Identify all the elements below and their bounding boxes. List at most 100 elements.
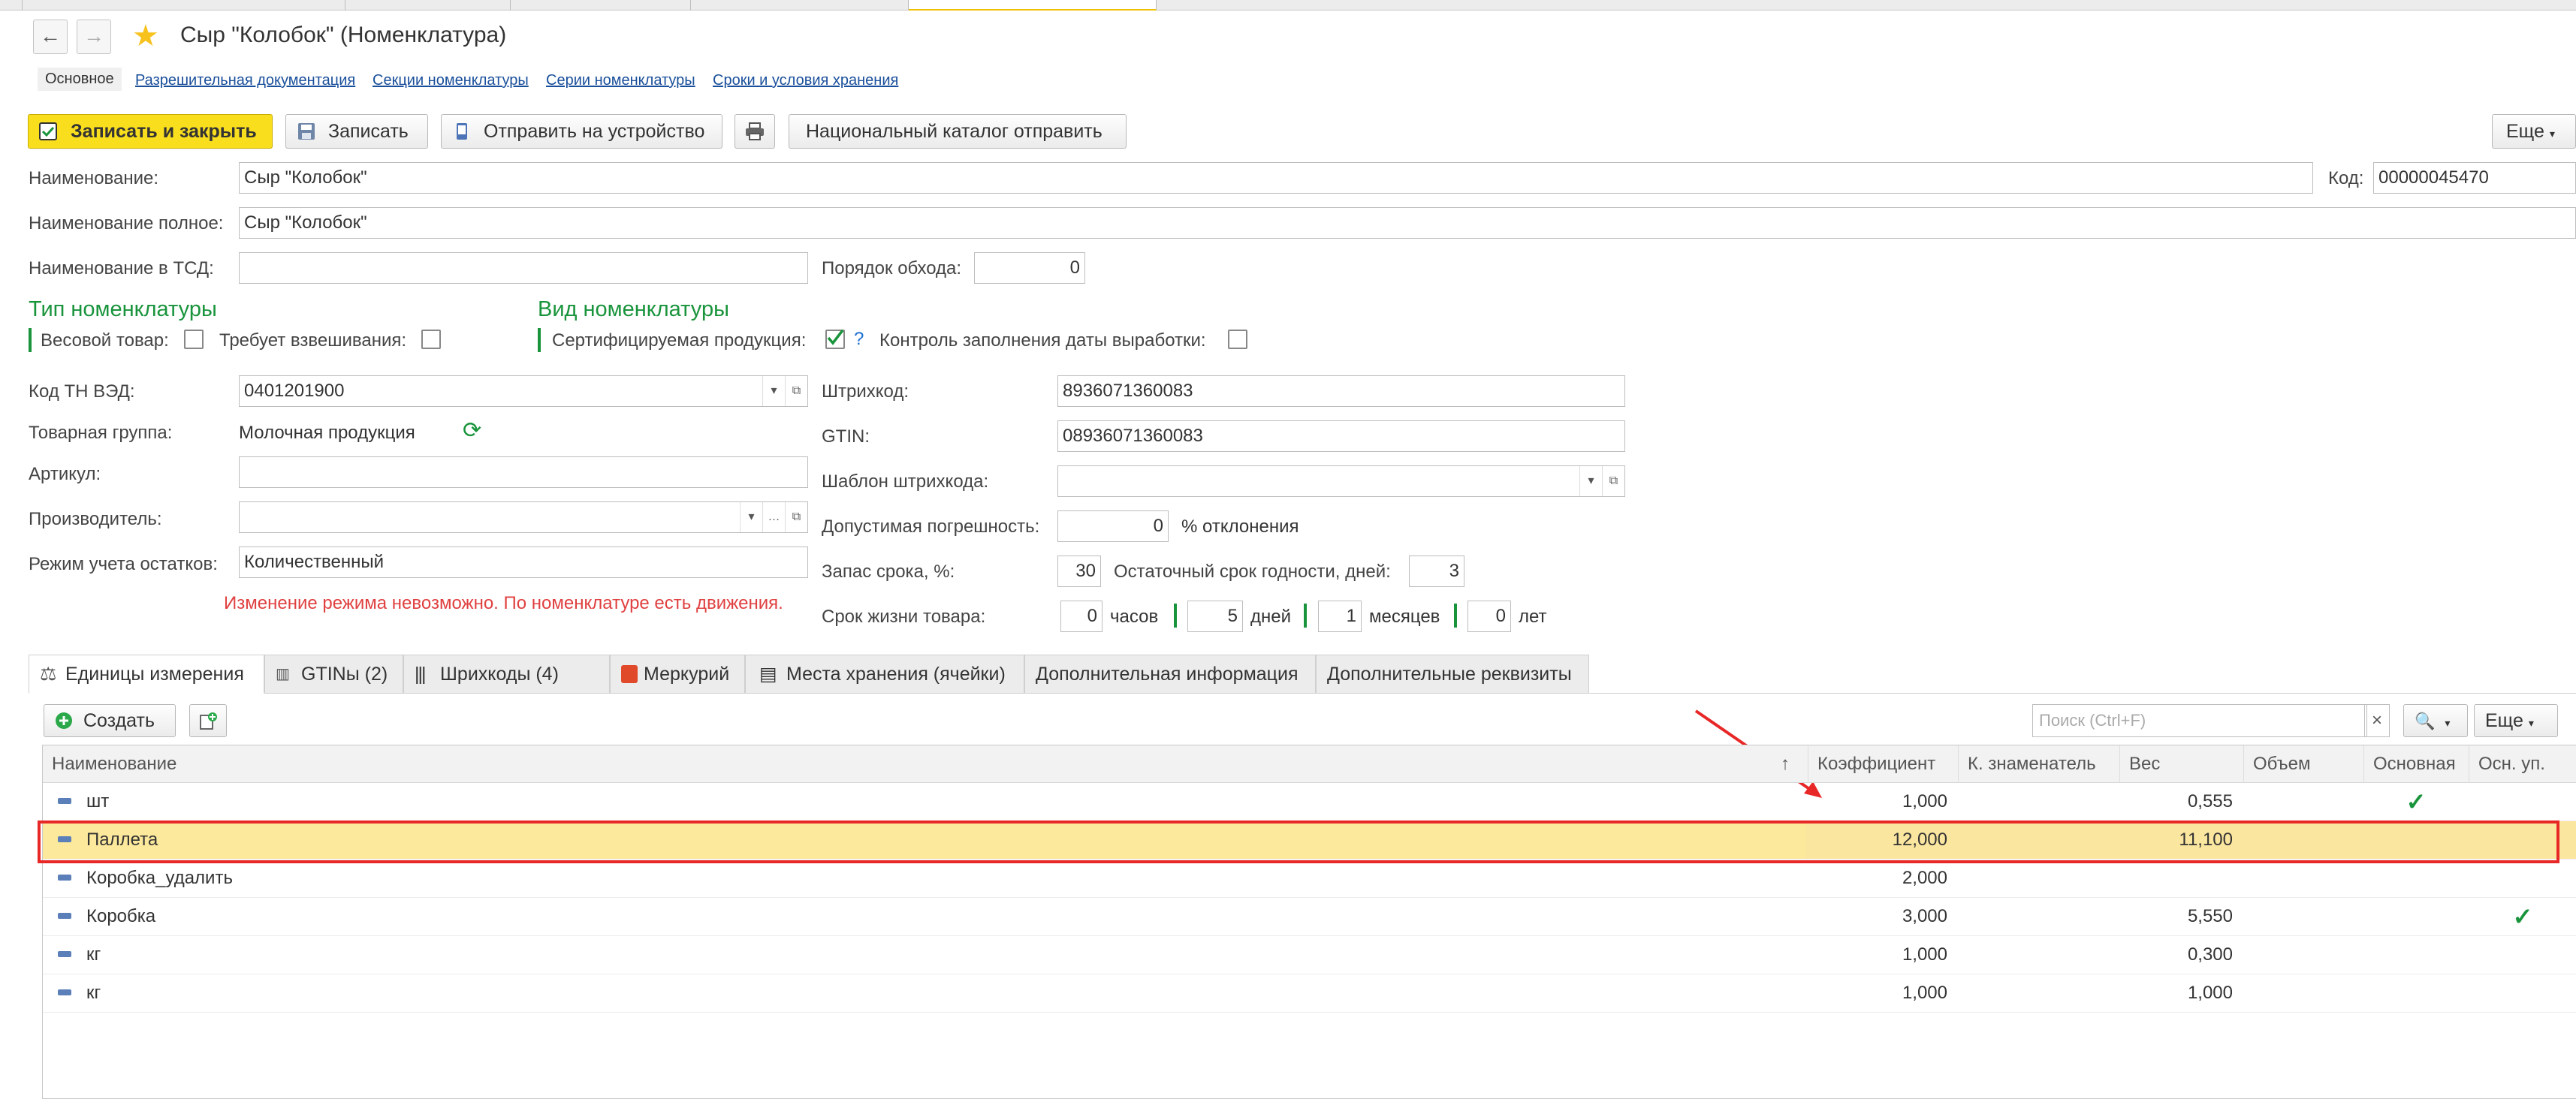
table-row[interactable]: Коробка_удалить 2,000: [43, 860, 2576, 898]
col-volume-header[interactable]: Объем: [2243, 745, 2363, 783]
tab-barcodes[interactable]: ||| Шрихкоды (4): [403, 655, 610, 694]
section-tab-sections[interactable]: Секции номенклатуры: [373, 72, 529, 89]
window-tab[interactable]: [345, 0, 511, 11]
requires-weigh-label: Требует взвешивания:: [219, 330, 407, 351]
search-input[interactable]: Поиск (Ctrl+F): [2032, 704, 2367, 737]
date-control-checkbox[interactable]: [1228, 330, 1247, 349]
cell-name: шт: [86, 791, 110, 811]
forward-button[interactable]: →: [77, 20, 111, 54]
years-input[interactable]: 0: [1467, 601, 1511, 632]
weight-checkbox[interactable]: [184, 330, 204, 349]
section-tab-permits[interactable]: Разрешительная документация: [135, 72, 355, 89]
tab-storage-cells[interactable]: ▤ Места хранения (ячейки): [745, 655, 1024, 694]
certified-checkbox[interactable]: [825, 329, 845, 349]
search-clear-icon[interactable]: ×: [2364, 704, 2390, 737]
col-name-header[interactable]: Наименование ↑: [43, 745, 1808, 783]
gtin-input[interactable]: 08936071360083: [1057, 420, 1625, 452]
cell-weight: 0,300: [2187, 944, 2233, 965]
mode-input[interactable]: Количественный: [239, 546, 808, 578]
col-coef-header[interactable]: Коэффициент: [1808, 745, 1958, 783]
open-icon[interactable]: ⧉: [785, 376, 807, 406]
months-input[interactable]: 1: [1318, 601, 1362, 632]
tab-additional-props-label: Дополнительные реквизиты: [1327, 664, 1572, 685]
window-tab[interactable]: [0, 0, 23, 11]
tab-units[interactable]: ⚖ Единицы измерения: [29, 655, 264, 694]
barcode-input[interactable]: 8936071360083: [1057, 375, 1625, 407]
send-device-label: Отправить на устройство: [484, 121, 705, 142]
unit-icon: [58, 989, 71, 995]
cell-name: кг: [86, 983, 101, 1003]
tab-additional-info[interactable]: Дополнительная информация: [1024, 655, 1316, 694]
sort-asc-icon: ↑: [1781, 754, 1790, 774]
code-label: Код:: [2328, 168, 2364, 188]
help-icon[interactable]: ?: [854, 329, 864, 350]
shelves-icon: ▤: [759, 664, 777, 685]
cell-name: кг: [86, 944, 101, 965]
hours-input[interactable]: 0: [1060, 601, 1102, 632]
tab-gtins[interactable]: ▥ GTINы (2): [264, 655, 403, 694]
cell-denom: [1958, 974, 2119, 1012]
refresh-icon[interactable]: ⟳: [463, 417, 481, 444]
col-main-pack-header[interactable]: Осн. уп.: [2469, 745, 2576, 783]
search-button[interactable]: 🔍 ▾: [2403, 704, 2468, 737]
fullname-input[interactable]: Сыр "Колобок": [239, 207, 2576, 239]
send-device-button[interactable]: Отправить на устройство: [441, 114, 722, 149]
open-icon[interactable]: ⧉: [785, 502, 807, 532]
window-tab[interactable]: [511, 0, 691, 11]
col-denom-header[interactable]: К. знаменатель: [1958, 745, 2119, 783]
save-close-button[interactable]: Записать и закрыть: [28, 114, 273, 149]
window-tab-active[interactable]: [909, 0, 1157, 11]
back-button[interactable]: ←: [33, 20, 68, 54]
dropdown-arrow-icon[interactable]: ▾: [740, 502, 762, 532]
table-row[interactable]: Коробка 3,000 5,550 ✓: [43, 898, 2576, 936]
code-input[interactable]: 00000045470: [2373, 162, 2576, 194]
open-icon[interactable]: ⧉: [1602, 466, 1624, 496]
residual-input[interactable]: 3: [1409, 556, 1464, 587]
dropdown-arrow-icon[interactable]: ▾: [1579, 466, 1602, 496]
section-tab-series[interactable]: Серии номенклатуры: [546, 72, 695, 89]
reserve-input[interactable]: 30: [1057, 556, 1101, 587]
page-title: Сыр "Колобок" (Номенклатура): [180, 23, 507, 47]
tsd-label: Наименование в ТСД:: [29, 258, 214, 279]
date-control-label: Контроль заполнения даты выработки:: [879, 330, 1206, 351]
name-input[interactable]: Сыр "Колобок": [239, 162, 2313, 194]
section-tab-storage[interactable]: Сроки и условия хранения: [713, 72, 898, 89]
tsd-input[interactable]: [239, 252, 808, 284]
create-button[interactable]: Создать: [44, 704, 176, 737]
cell-main_pack: [2469, 936, 2576, 974]
units-more-button[interactable]: Еще ▾: [2474, 704, 2558, 737]
dropdown-arrow-icon[interactable]: ▾: [762, 376, 785, 406]
copy-button[interactable]: [189, 704, 227, 737]
section-tab-main[interactable]: Основное: [38, 68, 122, 91]
hours-unit: часов: [1110, 607, 1159, 627]
cell-name: Коробка: [86, 906, 156, 926]
days-input[interactable]: 5: [1187, 601, 1243, 632]
save-button[interactable]: Записать: [285, 114, 428, 149]
col-main-header[interactable]: Основная: [2363, 745, 2469, 783]
window-tabs-strip: [0, 0, 2576, 11]
more-button[interactable]: Еще ▾: [2492, 114, 2576, 149]
separator-bar: [1174, 604, 1177, 628]
tab-mercury[interactable]: Меркурий: [610, 655, 745, 694]
window-tab[interactable]: [691, 0, 909, 11]
tab-additional-props[interactable]: Дополнительные реквизиты: [1316, 655, 1589, 694]
select-ellipsis-icon[interactable]: …: [762, 502, 785, 532]
print-button[interactable]: [734, 114, 775, 149]
favorite-star-icon[interactable]: ★: [132, 21, 159, 51]
producer-input[interactable]: ▾ … ⧉: [239, 501, 808, 533]
col-weight-header[interactable]: Вес: [2119, 745, 2243, 783]
tolerance-input[interactable]: 0: [1057, 510, 1169, 542]
table-row[interactable]: кг 1,000 0,300: [43, 936, 2576, 974]
table-row[interactable]: кг 1,000 1,000: [43, 974, 2576, 1013]
years-unit: лет: [1519, 607, 1547, 627]
chevron-down-icon: ▾: [2445, 717, 2451, 729]
table-row[interactable]: шт 1,000 0,555 ✓: [43, 783, 2576, 821]
requires-weigh-checkbox[interactable]: [421, 330, 441, 349]
unit-icon: [58, 951, 71, 957]
window-tab[interactable]: [23, 0, 345, 11]
barcode-template-input[interactable]: ▾ ⧉: [1057, 465, 1625, 497]
order-input[interactable]: 0: [974, 252, 1085, 284]
national-catalog-button[interactable]: Национальный каталог отправить: [789, 114, 1127, 149]
article-input[interactable]: [239, 456, 808, 488]
tnved-input[interactable]: 0401201900 ▾ ⧉: [239, 375, 808, 407]
